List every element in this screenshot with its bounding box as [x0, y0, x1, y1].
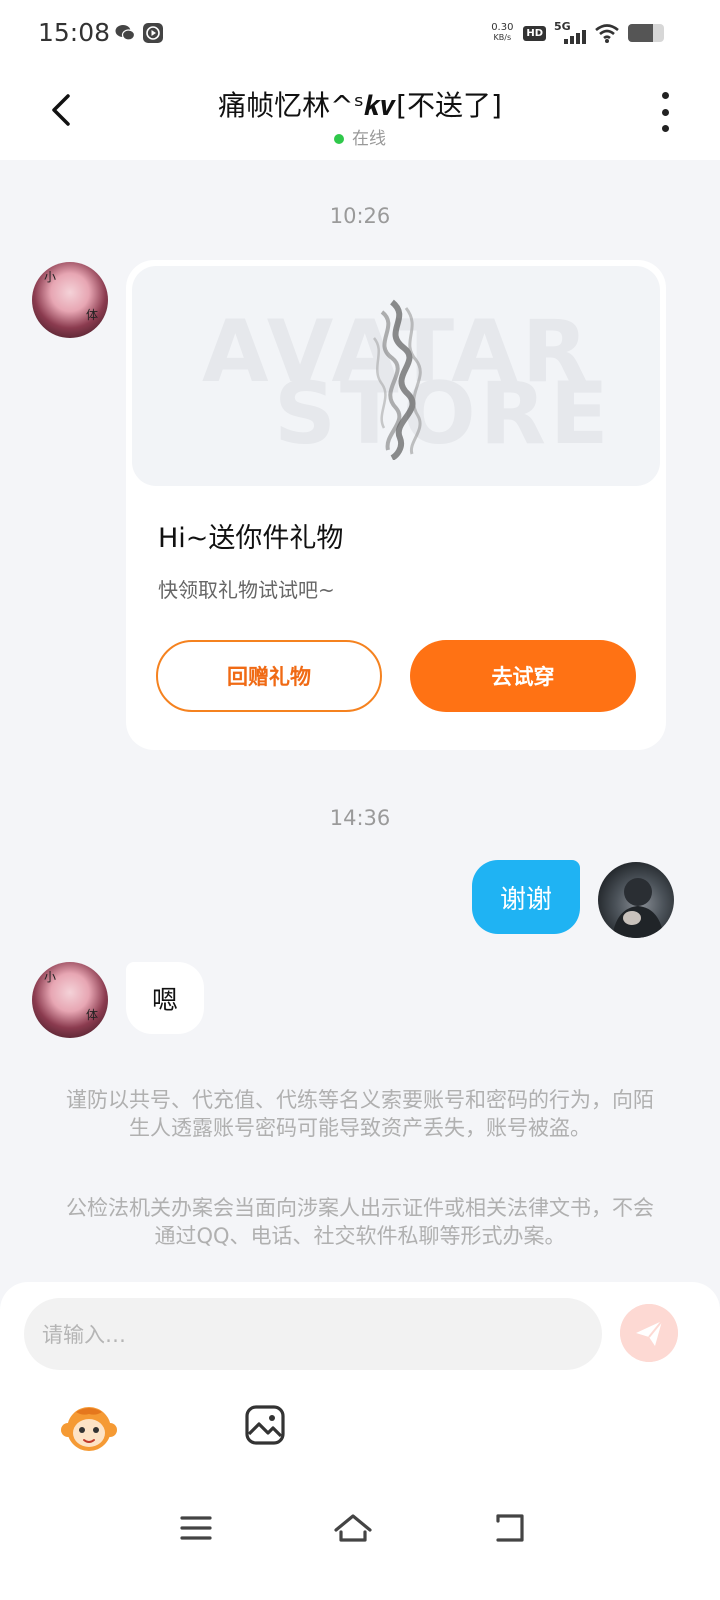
contact-avatar[interactable]: 小 体: [32, 262, 108, 338]
network-speed-unit: KB/s: [493, 33, 512, 42]
watermark-line2: STORE: [274, 364, 613, 464]
emoji-monkey-icon[interactable]: [60, 1402, 118, 1454]
return-gift-button[interactable]: 回赠礼物: [156, 640, 382, 712]
status-time: 15:08: [38, 18, 111, 47]
chat-title: 痛帧忆林^ˢ𝒌𝒗[不送了]: [218, 89, 502, 122]
gift-card[interactable]: AVATAR STORE Hi~送你件礼物 快领取礼物试试吧~ 回赠礼物 去试穿: [126, 260, 666, 750]
menu-icon[interactable]: [174, 1508, 218, 1548]
message-timestamp: 14:36: [329, 806, 391, 830]
network-speed-value: 0.30: [491, 22, 514, 33]
outgoing-message-bubble[interactable]: 谢谢: [472, 860, 580, 934]
my-avatar[interactable]: [598, 862, 674, 938]
message-timestamp: 10:26: [329, 204, 391, 228]
incoming-message-bubble[interactable]: 嗯: [126, 962, 204, 1034]
smoke-image-icon: [372, 299, 422, 460]
wechat-icon: [115, 25, 136, 41]
gift-subtitle: 快领取礼物试试吧~: [158, 578, 335, 602]
send-button[interactable]: [620, 1304, 678, 1362]
fraud-warning-notice: 谨防以共号、代充值、代练等名义索要账号和密码的行为，向陌生人透露账号密码可能导致…: [66, 1088, 654, 1140]
gift-title: Hi~送你件礼物: [158, 523, 344, 554]
status-indicators: 0.30 KB/s HD 5G: [489, 18, 664, 48]
contact-avatar[interactable]: 小 体: [32, 962, 108, 1038]
try-on-button[interactable]: 去试穿: [410, 640, 636, 712]
hd-voice-icon: HD: [523, 25, 546, 41]
online-dot-icon: [334, 134, 344, 144]
police-notice: 公检法机关办案会当面向涉案人出示证件或相关法律文书，不会通过QQ、电话、社交软件…: [66, 1196, 654, 1248]
gift-image: AVATAR STORE: [132, 266, 660, 486]
home-icon[interactable]: [331, 1508, 375, 1548]
avatar-char: 小: [44, 970, 57, 984]
avatar-char: 小: [44, 270, 57, 284]
system-navigation-bar: [0, 1490, 720, 1600]
avatar-char: 体: [86, 1008, 99, 1022]
status-bar: 15:08 0.30 KB/s HD 5G: [0, 0, 720, 64]
online-status-label: 在线: [352, 129, 386, 149]
battery-icon: [628, 24, 664, 42]
network-speed: 0.30 KB/s: [489, 23, 515, 43]
chat-header: 痛帧忆林^ˢ𝒌𝒗[不送了] 在线: [0, 64, 720, 160]
signal-icon: 5G: [554, 20, 586, 46]
online-status: 在线: [0, 124, 720, 149]
avatar-photo: [612, 878, 664, 938]
image-picker-icon[interactable]: [244, 1404, 286, 1446]
wifi-icon: [595, 24, 619, 43]
back-nav-icon[interactable]: [488, 1508, 532, 1548]
message-input[interactable]: 请输入…: [24, 1298, 602, 1370]
more-options-button[interactable]: [654, 92, 676, 132]
video-app-icon: [143, 23, 163, 43]
avatar-char: 体: [86, 308, 99, 322]
